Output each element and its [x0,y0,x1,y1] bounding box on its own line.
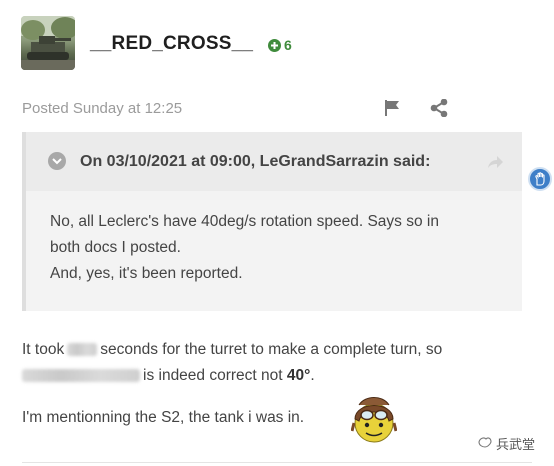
post-paragraph-3: I'm mentionning the S2, the tank i was i… [22,409,305,426]
text-fragment: is indeed correct not [143,367,283,384]
quote-link-arrow-icon[interactable] [486,154,504,170]
quote-line: both docs I posted. [50,239,181,256]
quote-block: On 03/10/2021 at 09:00, LeGrandSarrazin … [22,132,522,311]
quote-header: On 03/10/2021 at 09:00, LeGrandSarrazin … [26,132,522,191]
collapse-chevron-icon[interactable] [48,152,66,170]
post-paragraph-1: It took seconds for the turret to make a … [22,341,442,359]
redacted-value [22,369,140,383]
avatar-tank-image [21,16,75,70]
post-timestamp[interactable]: Posted Sunday at 12:25 [22,100,182,117]
bold-value: 40° [286,367,311,384]
reputation-plus-icon [268,38,281,52]
post-paragraph-2: is indeed correct not 40°. [22,367,315,385]
reputation-badge[interactable]: 6 [268,37,292,53]
watermark-logo-icon [478,436,492,451]
username[interactable]: __RED_CROSS__ [90,33,253,55]
flag-icon[interactable] [383,99,403,117]
divider [22,462,532,463]
quote-text: No, all Leclerc's have 40deg/s rotation … [50,209,510,287]
quote-line: No, all Leclerc's have 40deg/s rotation … [50,213,439,230]
reputation-count: 6 [284,37,292,53]
text-fragment: seconds for the turret to make a complet… [100,341,443,358]
watermark: 兵武堂 [478,434,535,453]
avatar[interactable] [21,16,75,70]
aviator-emoji-icon [350,393,398,443]
share-icon[interactable] [429,98,449,118]
text-fragment: It took [22,341,65,358]
quote-citation[interactable]: On 03/10/2021 at 09:00, LeGrandSarrazin … [80,153,430,171]
redacted-value [67,343,98,357]
help-hand-icon[interactable] [528,167,552,191]
watermark-text: 兵武堂 [496,437,536,452]
quote-line: And, yes, it's been reported. [50,265,243,282]
text-fragment: . [310,367,315,384]
